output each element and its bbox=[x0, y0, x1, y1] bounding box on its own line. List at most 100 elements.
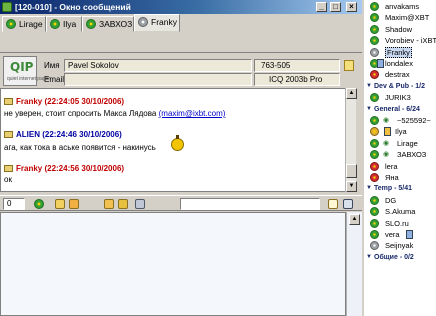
name-label: Имя bbox=[44, 61, 60, 70]
message-window: [120-010] - Окно сообщений _ □ × Lirage … bbox=[0, 0, 362, 316]
close-button[interactable]: × bbox=[346, 2, 357, 12]
scroll-thumb[interactable] bbox=[346, 164, 357, 178]
offline-flower-icon bbox=[138, 17, 148, 27]
online-flower-icon bbox=[370, 13, 379, 23]
contact-item[interactable]: lera bbox=[364, 161, 436, 172]
envelope-icon bbox=[4, 165, 13, 172]
app-icon bbox=[2, 2, 12, 12]
tab-ilya[interactable]: Ilya bbox=[46, 16, 82, 32]
online-flower-icon bbox=[370, 2, 379, 11]
contact-info-panel: QIP quiet internet pager Имя Pavel Sokol… bbox=[0, 52, 362, 88]
message-toolbar: 0 bbox=[0, 195, 362, 211]
contact-item[interactable]: DG bbox=[364, 195, 436, 206]
contact-item[interactable]: SLO.ru bbox=[364, 218, 436, 229]
input-scrollbar[interactable]: ▲ bbox=[346, 212, 362, 316]
name-field[interactable]: Pavel Sokolov bbox=[64, 59, 252, 72]
contact-item[interactable]: Ilya bbox=[364, 126, 436, 137]
uin-field[interactable]: 763-505 bbox=[254, 59, 340, 72]
email-link[interactable]: (maxim@ixbt.com) bbox=[159, 109, 226, 118]
offline-flower-icon bbox=[370, 173, 379, 182]
contact-item[interactable]: destrax bbox=[364, 69, 436, 80]
status-icon[interactable] bbox=[34, 199, 44, 209]
maximize-button[interactable]: □ bbox=[330, 2, 341, 12]
online-flower-icon bbox=[370, 93, 379, 103]
contact-item[interactable]: Maxim@XBT bbox=[364, 12, 436, 23]
user-info-icon[interactable] bbox=[344, 60, 354, 71]
eye-icon: ◉ bbox=[383, 139, 390, 147]
contact-group[interactable]: ▼ General - 6/24 bbox=[364, 104, 436, 115]
offline-flower-icon bbox=[370, 70, 379, 80]
char-counter: 0 bbox=[3, 198, 25, 210]
color-icon[interactable] bbox=[69, 199, 79, 209]
contact-item[interactable]: Vorobiev - iXBT bbox=[364, 35, 436, 46]
tab-lirage[interactable]: Lirage bbox=[2, 16, 46, 32]
not-in-list-flower-icon bbox=[370, 241, 379, 251]
client-icon bbox=[384, 127, 391, 137]
contact-item[interactable]: JURIK3 bbox=[364, 92, 436, 103]
phone-icon bbox=[406, 230, 413, 239]
contact-item[interactable]: anvakams bbox=[364, 1, 436, 12]
qip-logo: QIP quiet internet pager bbox=[3, 56, 50, 86]
expand-arrow-icon[interactable]: ▼ bbox=[366, 81, 372, 92]
close-tab-icon[interactable] bbox=[343, 199, 353, 209]
tab-zavhoz[interactable]: ЗАВХОЗ bbox=[82, 16, 134, 32]
contact-item[interactable]: ◉ ~525592~ bbox=[364, 115, 436, 126]
online-flower-icon bbox=[370, 218, 379, 228]
online-flower-icon bbox=[86, 19, 96, 29]
contact-group[interactable]: ▼ Общие - 0/2 bbox=[364, 252, 436, 263]
message-input[interactable] bbox=[0, 212, 346, 316]
contact-item[interactable]: ◉ ЗАВХОЗ bbox=[364, 149, 436, 160]
contact-group[interactable]: ▼ Dev & Pub - 1/2 bbox=[364, 81, 436, 92]
offline-flower-icon bbox=[370, 161, 379, 171]
message-text: ок bbox=[4, 175, 12, 184]
contact-group[interactable]: ▼ Temp - 5/41 bbox=[364, 183, 436, 194]
expand-arrow-icon[interactable]: ▼ bbox=[366, 104, 372, 115]
eye-icon: ◉ bbox=[383, 117, 390, 124]
note-icon bbox=[377, 59, 384, 68]
info-icon[interactable] bbox=[135, 199, 145, 209]
contact-item[interactable]: Shadow bbox=[364, 24, 436, 35]
contact-item[interactable]: ◉ Lirage bbox=[364, 138, 436, 149]
tab-franky[interactable]: Franky bbox=[134, 14, 180, 32]
expand-arrow-icon[interactable]: ▼ bbox=[366, 183, 372, 194]
expand-arrow-icon[interactable]: ▼ bbox=[366, 252, 372, 263]
away-flower-icon bbox=[370, 127, 379, 137]
contact-item[interactable]: S.Akuma bbox=[364, 206, 436, 217]
message-header: Franky (22:24:05 30/10/2006) bbox=[4, 97, 124, 106]
smiley-icon bbox=[171, 135, 184, 151]
not-in-list-flower-icon bbox=[370, 47, 379, 57]
contact-item[interactable]: vera bbox=[364, 229, 436, 240]
envelope-icon bbox=[4, 98, 13, 105]
online-flower-icon bbox=[370, 138, 379, 148]
smiles-icon[interactable] bbox=[104, 199, 114, 209]
online-flower-icon bbox=[370, 24, 379, 34]
history-icon[interactable] bbox=[118, 199, 128, 209]
minimize-button[interactable]: _ bbox=[316, 2, 327, 12]
email-label: Email bbox=[44, 75, 65, 84]
message-header: Franky (22:24:56 30/10/2006) bbox=[4, 164, 124, 173]
scroll-up-button[interactable]: ▲ bbox=[349, 214, 360, 225]
contact-item[interactable]: Яна bbox=[364, 172, 436, 183]
contact-item[interactable]: londalex bbox=[364, 58, 436, 69]
client-field: ICQ 2003b Pro bbox=[254, 73, 340, 86]
online-flower-icon bbox=[370, 195, 379, 205]
online-flower-icon bbox=[370, 116, 379, 125]
eye-icon: ◉ bbox=[383, 151, 390, 159]
envelope-icon bbox=[4, 131, 13, 138]
scroll-up-button[interactable]: ▲ bbox=[346, 88, 357, 99]
contact-item[interactable]: Seijnyak bbox=[364, 240, 436, 251]
title-bar[interactable]: [120-010] - Окно сообщений _ □ × bbox=[0, 0, 362, 14]
font-icon[interactable] bbox=[55, 199, 65, 209]
scroll-down-button[interactable]: ▼ bbox=[346, 181, 357, 192]
message-text: ага, как тока в аське появится - накинус… bbox=[4, 143, 156, 152]
contact-item[interactable]: Franky bbox=[364, 46, 436, 58]
email-field[interactable] bbox=[64, 73, 252, 86]
new-note-icon[interactable] bbox=[328, 199, 338, 209]
online-flower-icon bbox=[50, 19, 60, 29]
window-title: [120-010] - Окно сообщений bbox=[15, 2, 131, 12]
online-flower-icon bbox=[370, 36, 379, 46]
online-flower-icon bbox=[370, 207, 379, 217]
history-scrollbar[interactable]: ▲ ▼ bbox=[345, 88, 357, 192]
online-flower-icon bbox=[6, 19, 16, 29]
contact-list[interactable]: anvakams Maxim@XBT Shadow Vorobiev - iXBT Fr… bbox=[362, 0, 436, 316]
